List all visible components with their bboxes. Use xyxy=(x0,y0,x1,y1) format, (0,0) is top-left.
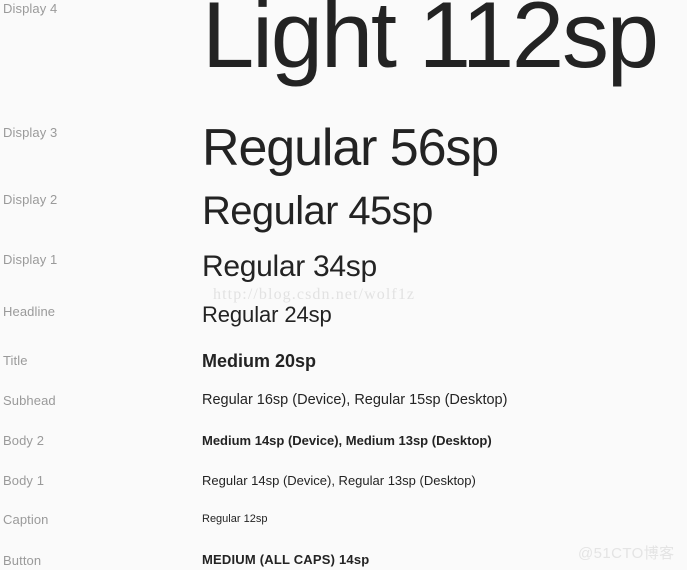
type-row-sample-display-3: Regular 56sp xyxy=(202,119,499,177)
type-row-sample-subhead: Regular 16sp (Device), Regular 15sp (Des… xyxy=(202,392,508,408)
type-row-label-display-3: Display 3 xyxy=(3,125,58,140)
type-row-label-headline: Headline xyxy=(3,304,56,319)
type-row-label-display-2: Display 2 xyxy=(3,192,58,207)
type-row-label-caption: Caption xyxy=(3,512,49,527)
type-row-sample-display-2: Regular 45sp xyxy=(202,189,433,233)
typography-scale-table: Display 4 Light 112sp Display 3 Regular … xyxy=(0,0,687,570)
type-row-sample-title: Medium 20sp xyxy=(202,351,317,371)
watermark-site-name: @51CTO博客 xyxy=(578,545,675,562)
type-row-sample-body-1: Regular 14sp (Device), Regular 13sp (Des… xyxy=(202,473,476,488)
type-row-sample-button: MEDIUM (ALL CAPS) 14sp xyxy=(202,552,370,567)
type-row-sample-display-4: Light 112sp xyxy=(202,0,659,87)
type-row-label-body-2: Body 2 xyxy=(3,433,45,448)
type-row-sample-body-2: Medium 14sp (Device), Medium 13sp (Deskt… xyxy=(202,433,492,448)
type-row-label-display-1: Display 1 xyxy=(3,252,58,267)
type-row-label-subhead: Subhead xyxy=(3,393,56,408)
type-row-label-body-1: Body 1 xyxy=(3,473,45,488)
type-row-sample-caption: Regular 12sp xyxy=(202,513,268,525)
type-row-sample-headline: Regular 24sp xyxy=(202,302,332,327)
type-row-label-display-4: Display 4 xyxy=(3,1,58,16)
type-row-sample-display-1: Regular 34sp xyxy=(202,250,377,283)
type-row-label-title: Title xyxy=(3,353,28,368)
type-row-label-button: Button xyxy=(3,553,42,568)
